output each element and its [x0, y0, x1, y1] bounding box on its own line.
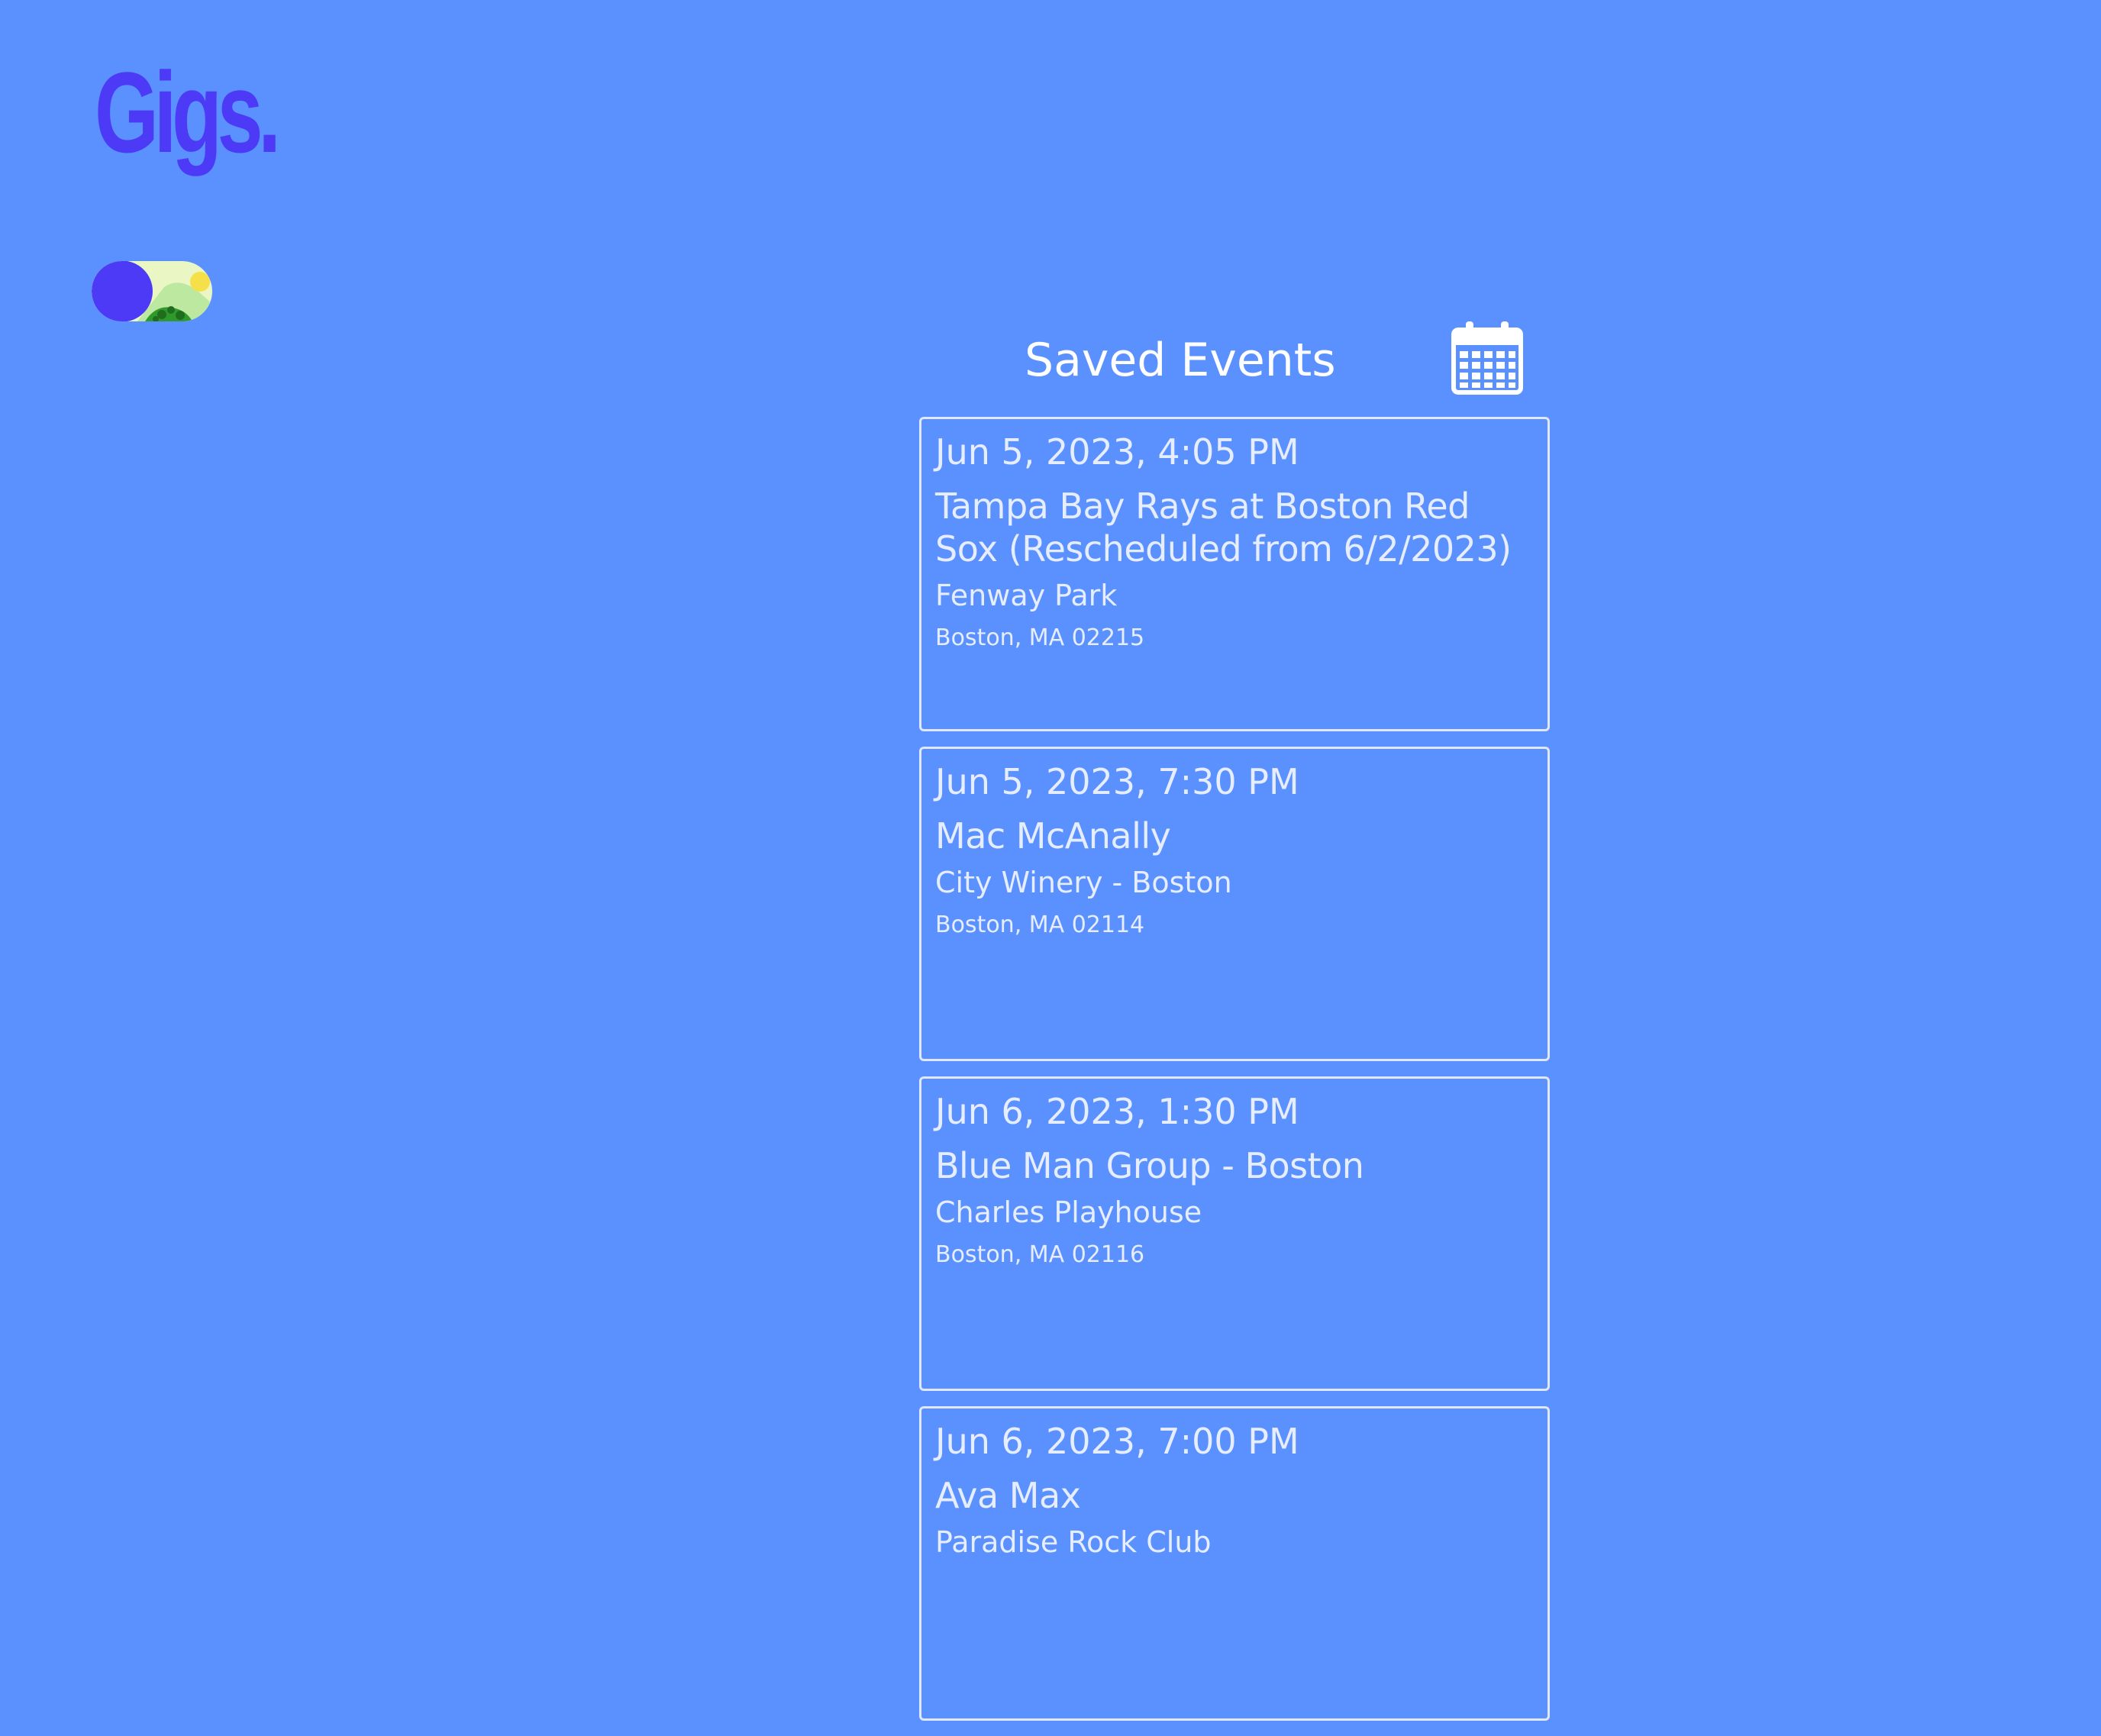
event-date: Jun 5, 2023, 4:05 PM	[935, 431, 1299, 473]
event-card[interactable]: Jun 5, 2023, 4:05 PM Tampa Bay Rays at B…	[919, 417, 1550, 731]
event-card[interactable]: Jun 5, 2023, 7:30 PM Mac McAnally City W…	[919, 747, 1550, 1061]
event-card[interactable]: Jun 6, 2023, 1:30 PM Blue Man Group - Bo…	[919, 1076, 1550, 1391]
event-name: Mac McAnally	[935, 815, 1171, 857]
toggle-knob	[92, 261, 153, 321]
saved-events-header: Saved Events	[919, 319, 1550, 408]
event-venue: Charles Playhouse	[935, 1196, 1202, 1229]
calendar-button[interactable]	[1449, 319, 1525, 395]
event-venue: Fenway Park	[935, 579, 1118, 612]
event-address: Boston, MA 02114	[935, 912, 1145, 938]
saved-events-list: Jun 5, 2023, 4:05 PM Tampa Bay Rays at B…	[919, 417, 1550, 1736]
saved-events-title: Saved Events	[1025, 334, 1336, 387]
event-address: Boston, MA 02215	[935, 624, 1145, 651]
event-venue: City Winery - Boston	[935, 866, 1232, 899]
event-date: Jun 5, 2023, 7:30 PM	[935, 761, 1299, 802]
event-venue: Paradise Rock Club	[935, 1525, 1212, 1559]
event-date: Jun 6, 2023, 1:30 PM	[935, 1091, 1299, 1132]
event-address: Boston, MA 02116	[935, 1241, 1145, 1268]
event-card[interactable]: Jun 6, 2023, 7:00 PM Ava Max Paradise Ro…	[919, 1406, 1550, 1721]
calendar-icon	[1451, 321, 1523, 395]
event-name: Blue Man Group - Boston	[935, 1145, 1364, 1186]
event-name: Tampa Bay Rays at Boston Red Sox (Resche…	[935, 486, 1512, 570]
event-date: Jun 6, 2023, 7:00 PM	[935, 1421, 1299, 1462]
event-name: Ava Max	[935, 1475, 1081, 1516]
app-logo: Gigs.	[95, 48, 281, 176]
theme-toggle[interactable]	[92, 261, 212, 321]
day-landscape-icon	[92, 261, 212, 321]
